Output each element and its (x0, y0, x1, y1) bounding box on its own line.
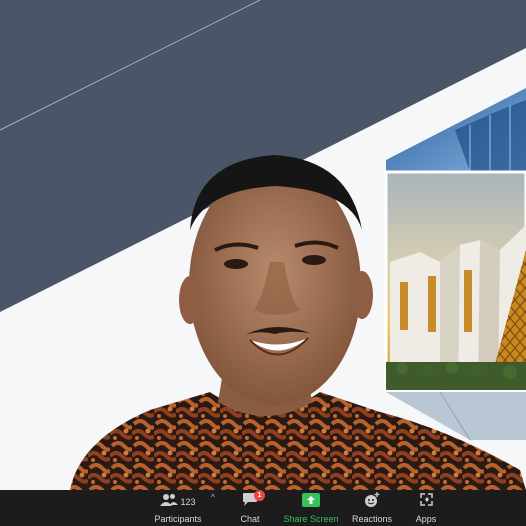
share-screen-icon (302, 492, 320, 512)
reactions-label: Reactions (351, 514, 393, 524)
share-screen-button[interactable]: Share Screen (283, 490, 339, 526)
chat-icon-wrap: 1 (242, 490, 265, 511)
video-feed (0, 0, 526, 490)
chat-unread-badge: 1 (254, 490, 265, 501)
share-icon-wrap (302, 492, 320, 512)
video-call-window: 123 Participants ^ 1 Chat Share Screen R… (0, 0, 526, 526)
reactions-button[interactable]: Reactions (350, 490, 394, 526)
apps-button[interactable]: Apps (410, 490, 442, 526)
chat-label: Chat (240, 514, 260, 524)
reactions-icon (364, 491, 380, 513)
participants-icon-wrap: 123 (160, 493, 196, 512)
participants-label: Participants (154, 514, 202, 524)
share-screen-label: Share Screen (283, 514, 339, 524)
reactions-icon-wrap (364, 491, 380, 513)
apps-icon-wrap (419, 493, 434, 511)
apps-icon (419, 492, 434, 512)
participant-count: 123 (180, 497, 196, 507)
apps-label: Apps (415, 514, 437, 524)
participants-button[interactable]: 123 Participants (154, 490, 202, 526)
meeting-toolbar: 123 Participants ^ 1 Chat Share Screen R… (0, 490, 526, 526)
participants-icon (160, 493, 179, 512)
chat-button[interactable]: 1 Chat (232, 490, 268, 526)
participants-chevron-up-icon[interactable]: ^ (211, 493, 215, 502)
